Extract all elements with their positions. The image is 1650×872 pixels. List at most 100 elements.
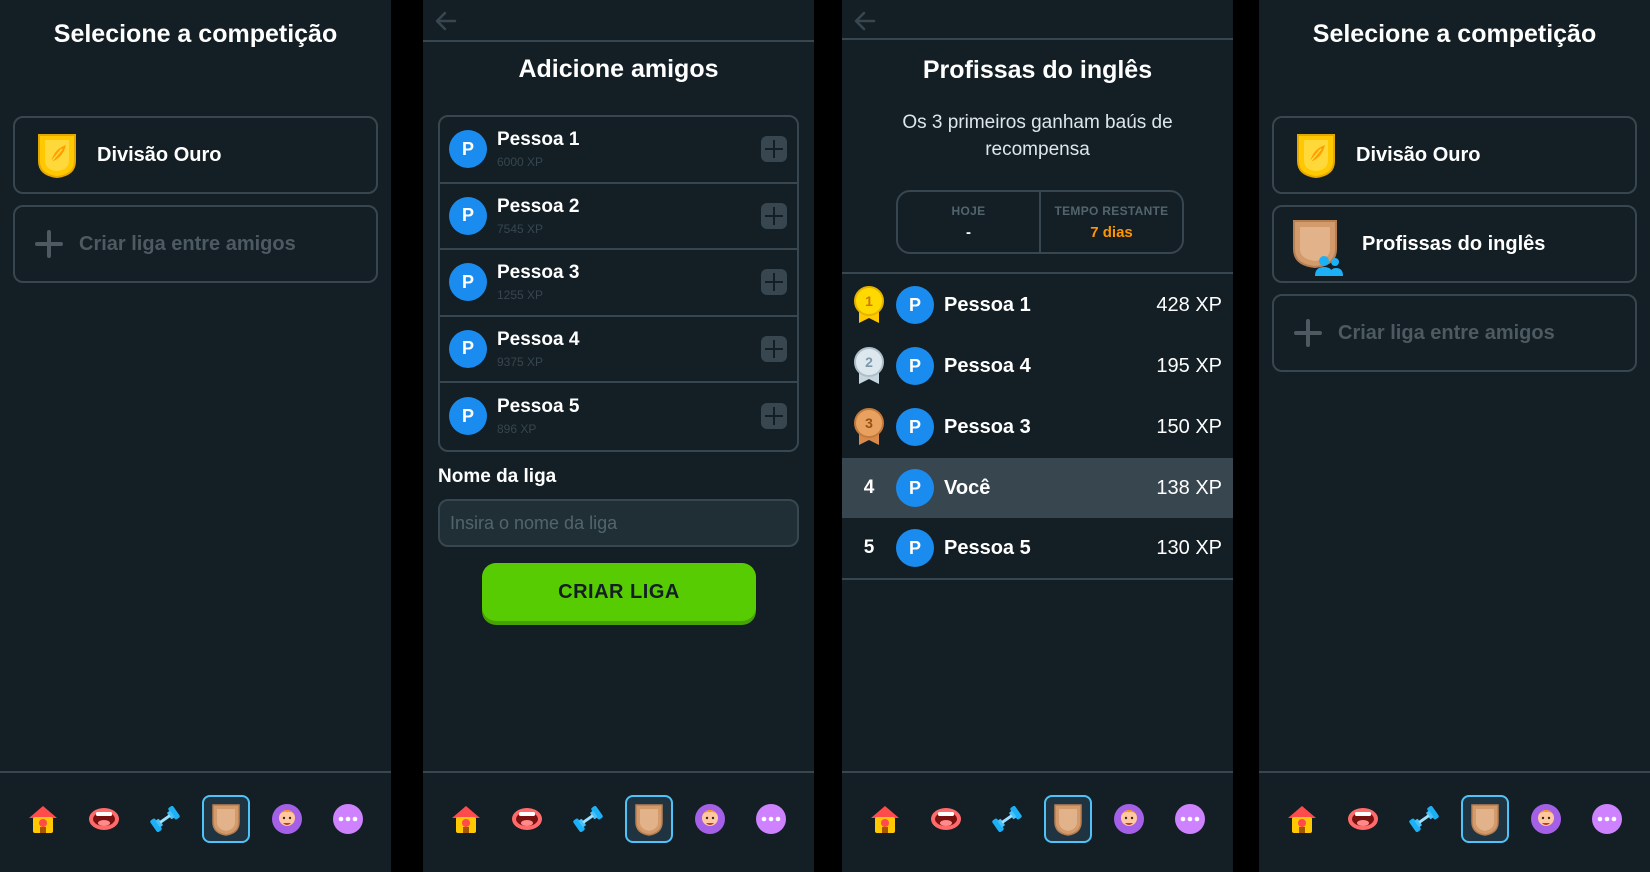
speak-icon	[509, 801, 545, 837]
nav-home[interactable]	[19, 795, 67, 843]
nav-more[interactable]	[324, 795, 372, 843]
add-friend-button[interactable]	[761, 269, 787, 296]
leaderboard-row-current-user[interactable]: 4 P Você 138 XP	[842, 458, 1233, 518]
leaderboard-icon	[1050, 801, 1086, 837]
add-friend-button[interactable]	[761, 403, 787, 430]
leaderboard-icon	[1467, 801, 1503, 837]
league-name-label: Nome da liga	[438, 466, 557, 487]
avatar: P	[896, 408, 934, 446]
nav-home[interactable]	[442, 795, 490, 843]
friends-list: P Pessoa 1 6000 XP P Pessoa 2 7545 XP P …	[438, 115, 799, 452]
nav-profile[interactable]	[686, 795, 734, 843]
nav-leaderboard[interactable]	[1461, 794, 1510, 843]
top-bar	[423, 0, 814, 42]
friend-xp: 7545 XP	[497, 221, 544, 236]
friend-name: Pessoa 1	[497, 129, 580, 151]
player-name: Pessoa 1	[944, 293, 1031, 316]
divider	[842, 578, 1233, 580]
nav-speak[interactable]	[1339, 795, 1387, 843]
player-xp: 150 XP	[1156, 415, 1222, 438]
gold-medal-icon: 1	[854, 286, 884, 323]
nav-more[interactable]	[1166, 795, 1214, 843]
rank-slot: 1	[842, 285, 896, 325]
friend-name: Pessoa 2	[497, 195, 580, 217]
create-friends-league-button[interactable]: Criar liga entre amigos	[1272, 294, 1637, 372]
speak-icon	[1345, 801, 1381, 837]
back-arrow-icon[interactable]	[433, 8, 459, 34]
nav-leaderboard[interactable]	[625, 794, 674, 843]
friend-xp: 896 XP	[497, 422, 537, 437]
nav-practice[interactable]	[564, 795, 612, 843]
gold-shield-icon	[1294, 131, 1338, 179]
back-arrow-icon[interactable]	[852, 8, 878, 34]
leaderboard-row[interactable]: 3 P Pessoa 3 150 XP	[842, 397, 1233, 457]
stat-value: 7 dias	[1090, 223, 1133, 241]
add-friend-button[interactable]	[761, 136, 787, 163]
practice-icon	[570, 801, 606, 837]
league-name-input[interactable]	[438, 499, 799, 547]
leaderboard-row[interactable]: 5 P Pessoa 5 130 XP	[842, 518, 1233, 578]
create-friends-league-button[interactable]: Criar liga entre amigos	[13, 205, 378, 283]
league-card-gold[interactable]: Divisão Ouro	[13, 116, 378, 194]
profile-icon	[1528, 801, 1564, 837]
nav-more[interactable]	[1583, 795, 1631, 843]
friend-xp: 1255 XP	[497, 288, 544, 303]
more-icon	[1589, 801, 1625, 837]
rank-slot: 2	[842, 346, 896, 386]
nav-leaderboard[interactable]	[1044, 794, 1093, 843]
nav-speak[interactable]	[80, 795, 128, 843]
nav-home[interactable]	[861, 795, 909, 843]
bottom-nav	[0, 771, 391, 872]
nav-home[interactable]	[1278, 795, 1326, 843]
create-league-label: Criar liga entre amigos	[79, 232, 296, 255]
friend-name: Pessoa 3	[497, 262, 580, 284]
league-select-screen-updated: Selecione a competição Divisão Ouro Prof…	[1259, 0, 1650, 872]
top-bar	[842, 0, 1233, 40]
home-icon	[1284, 801, 1320, 837]
rank-number: 5	[863, 537, 875, 558]
player-name: Você	[944, 476, 991, 499]
stat-label: HOJE	[951, 203, 986, 218]
nav-profile[interactable]	[1522, 795, 1570, 843]
avatar: P	[449, 196, 487, 235]
avatar: P	[449, 329, 487, 368]
bottom-nav	[842, 771, 1233, 872]
nav-speak[interactable]	[503, 795, 551, 843]
friend-xp: 9375 XP	[497, 354, 544, 369]
friend-name: Pessoa 4	[497, 328, 580, 350]
add-friend-button[interactable]	[761, 202, 787, 229]
nav-profile[interactable]	[263, 795, 311, 843]
nav-practice[interactable]	[141, 795, 189, 843]
home-icon	[25, 801, 61, 837]
speak-icon	[928, 801, 964, 837]
create-league-button[interactable]: CRIAR LIGA	[482, 563, 756, 621]
leaderboard-row[interactable]: 2 P Pessoa 4 195 XP	[842, 336, 1233, 396]
rank-slot: 5	[842, 537, 896, 559]
league-card-friends[interactable]: Profissas do inglês	[1272, 205, 1637, 283]
leaderboard-row[interactable]: 1 P Pessoa 1 428 XP	[842, 275, 1233, 335]
nav-leaderboard[interactable]	[202, 794, 251, 843]
nav-more[interactable]	[747, 795, 795, 843]
nav-profile[interactable]	[1105, 795, 1153, 843]
nav-speak[interactable]	[922, 795, 970, 843]
friend-name: Pessoa 5	[497, 396, 580, 418]
practice-icon	[147, 801, 183, 837]
page-title: Selecione a competição	[53, 20, 338, 48]
add-friend-button[interactable]	[761, 335, 787, 362]
divider	[842, 272, 1233, 274]
player-xp: 428 XP	[1156, 293, 1222, 316]
page-title: Adicione amigos	[518, 55, 719, 83]
avatar: P	[449, 130, 487, 169]
plus-icon	[1294, 319, 1322, 347]
medal-rank: 1	[865, 293, 873, 309]
player-name: Pessoa 3	[944, 415, 1031, 438]
friends-league-screen: Profissas do inglês Os 3 primeiros ganha…	[842, 0, 1233, 872]
league-card-gold[interactable]: Divisão Ouro	[1272, 116, 1637, 194]
friend-row: P Pessoa 2 7545 XP	[440, 184, 797, 250]
plus-icon	[35, 230, 63, 258]
nav-practice[interactable]	[983, 795, 1031, 843]
page-title: Profissas do inglês	[922, 56, 1153, 84]
league-card-label: Divisão Ouro	[97, 143, 222, 166]
nav-practice[interactable]	[1400, 795, 1448, 843]
friend-row: P Pessoa 3 1255 XP	[440, 250, 797, 317]
